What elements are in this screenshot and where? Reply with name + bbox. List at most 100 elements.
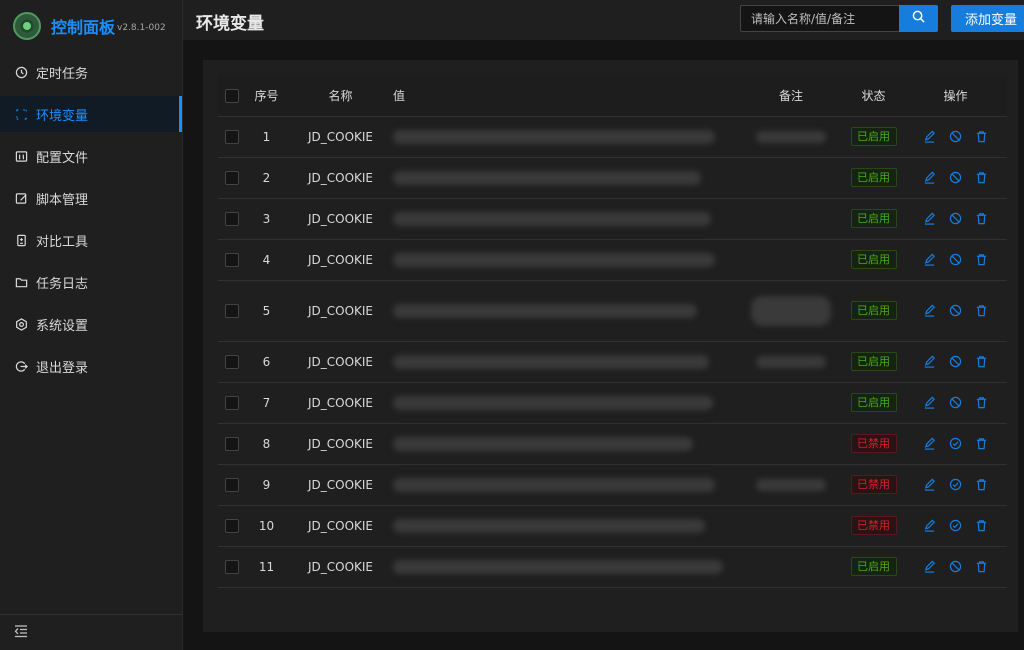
row-select-cell xyxy=(218,116,245,158)
row-select-cell xyxy=(218,464,245,506)
sidebar-item-label: 定时任务 xyxy=(36,66,89,82)
delete-icon[interactable] xyxy=(975,253,989,267)
row-checkbox[interactable] xyxy=(224,303,239,318)
sidebar-item-folder[interactable]: 任务日志 xyxy=(0,264,182,300)
row-note xyxy=(739,280,843,342)
row-checkbox[interactable] xyxy=(224,395,239,410)
folder-icon xyxy=(14,275,28,289)
row-index: 4 xyxy=(245,239,288,281)
sidebar-item-clock[interactable]: 定时任务 xyxy=(0,54,182,90)
row-status: 已禁用 xyxy=(843,464,904,506)
disable-icon[interactable] xyxy=(949,171,963,185)
sidebar-item-edit-script[interactable]: 脚本管理 xyxy=(0,180,182,216)
row-note xyxy=(739,464,843,506)
page-title: 环境变量 xyxy=(196,14,264,34)
row-checkbox[interactable] xyxy=(224,129,239,144)
brand-title: 控制面板 xyxy=(51,18,116,37)
delete-icon[interactable] xyxy=(975,396,989,410)
row-checkbox[interactable] xyxy=(224,518,239,533)
edit-icon[interactable] xyxy=(923,304,937,318)
row-checkbox[interactable] xyxy=(224,252,239,267)
edit-icon[interactable] xyxy=(923,171,937,185)
row-name: JD_COOKIE xyxy=(288,505,393,547)
enable-icon[interactable] xyxy=(949,478,963,492)
collapse-sidebar-button[interactable] xyxy=(0,614,183,650)
enable-icon[interactable] xyxy=(949,519,963,533)
row-checkbox[interactable] xyxy=(224,211,239,226)
row-status: 已启用 xyxy=(843,546,904,588)
row-checkbox[interactable] xyxy=(224,559,239,574)
sidebar-item-settings[interactable]: 系统设置 xyxy=(0,306,182,342)
row-index: 9 xyxy=(245,464,288,506)
table-row: 6 JD_COOKIE 已启用 xyxy=(218,341,1007,383)
sidebar-item-diff[interactable]: 对比工具 xyxy=(0,222,182,258)
delete-icon[interactable] xyxy=(975,519,989,533)
row-value xyxy=(393,546,739,588)
disable-icon[interactable] xyxy=(949,253,963,267)
sidebar-item-label: 脚本管理 xyxy=(36,192,89,208)
delete-icon[interactable] xyxy=(975,304,989,318)
row-checkbox[interactable] xyxy=(224,477,239,492)
row-checkbox[interactable] xyxy=(224,170,239,185)
edit-icon[interactable] xyxy=(923,212,937,226)
delete-icon[interactable] xyxy=(975,560,989,574)
enable-icon[interactable] xyxy=(949,437,963,451)
edit-icon[interactable] xyxy=(923,560,937,574)
row-index: 1 xyxy=(245,116,288,158)
env-table: 序号 名称 值 备注 状态 操作 1 JD_COOKIE 已启用 2 JD_COOKIE… xyxy=(218,75,1007,588)
edit-icon[interactable] xyxy=(923,437,937,451)
delete-icon[interactable] xyxy=(975,355,989,369)
edit-icon[interactable] xyxy=(923,519,937,533)
row-name: JD_COOKIE xyxy=(288,464,393,506)
search-button[interactable] xyxy=(899,5,938,32)
edit-icon[interactable] xyxy=(923,396,937,410)
row-select-cell xyxy=(218,239,245,281)
disable-icon[interactable] xyxy=(949,130,963,144)
sidebar-item-logout[interactable]: 退出登录 xyxy=(0,348,182,384)
status-badge: 已启用 xyxy=(850,127,897,146)
value-redacted xyxy=(393,518,705,533)
row-checkbox[interactable] xyxy=(224,354,239,369)
edit-icon[interactable] xyxy=(923,130,937,144)
sidebar-item-label: 对比工具 xyxy=(36,234,89,250)
disable-icon[interactable] xyxy=(949,396,963,410)
row-ops xyxy=(904,464,1007,506)
delete-icon[interactable] xyxy=(975,478,989,492)
row-index: 6 xyxy=(245,341,288,383)
edit-icon[interactable] xyxy=(923,355,937,369)
row-checkbox[interactable] xyxy=(224,436,239,451)
search-input[interactable] xyxy=(740,5,899,32)
value-redacted xyxy=(393,395,713,410)
delete-icon[interactable] xyxy=(975,130,989,144)
brand-version: v2.8.1-002 xyxy=(117,23,166,33)
row-select-cell xyxy=(218,546,245,588)
row-select-cell xyxy=(218,198,245,240)
add-variable-button[interactable]: 添加变量 xyxy=(951,5,1024,32)
sidebar-item-label: 退出登录 xyxy=(36,360,89,376)
row-index: 2 xyxy=(245,157,288,199)
disable-icon[interactable] xyxy=(949,560,963,574)
disable-icon[interactable] xyxy=(949,355,963,369)
status-badge: 已禁用 xyxy=(850,475,897,494)
table-row: 4 JD_COOKIE 已启用 xyxy=(218,239,1007,281)
delete-icon[interactable] xyxy=(975,212,989,226)
row-status: 已启用 xyxy=(843,239,904,281)
sidebar: 控制面板 v2.8.1-002 定时任务环境变量配置文件脚本管理对比工具任务日志… xyxy=(0,0,183,650)
row-index: 10 xyxy=(245,505,288,547)
diff-icon xyxy=(14,233,28,247)
disable-icon[interactable] xyxy=(949,304,963,318)
row-name: JD_COOKIE xyxy=(288,341,393,383)
sidebar-item-variable[interactable]: 环境变量 xyxy=(0,96,182,132)
sidebar-item-config-file[interactable]: 配置文件 xyxy=(0,138,182,174)
row-name: JD_COOKIE xyxy=(288,198,393,240)
delete-icon[interactable] xyxy=(975,437,989,451)
clock-icon xyxy=(14,65,28,79)
main-card: 序号 名称 值 备注 状态 操作 1 JD_COOKIE 已启用 2 JD_COOKIE… xyxy=(203,60,1018,632)
select-all-checkbox[interactable] xyxy=(224,88,239,103)
value-redacted xyxy=(393,129,715,144)
disable-icon[interactable] xyxy=(949,212,963,226)
delete-icon[interactable] xyxy=(975,171,989,185)
row-ops xyxy=(904,116,1007,158)
edit-icon[interactable] xyxy=(923,478,937,492)
edit-icon[interactable] xyxy=(923,253,937,267)
